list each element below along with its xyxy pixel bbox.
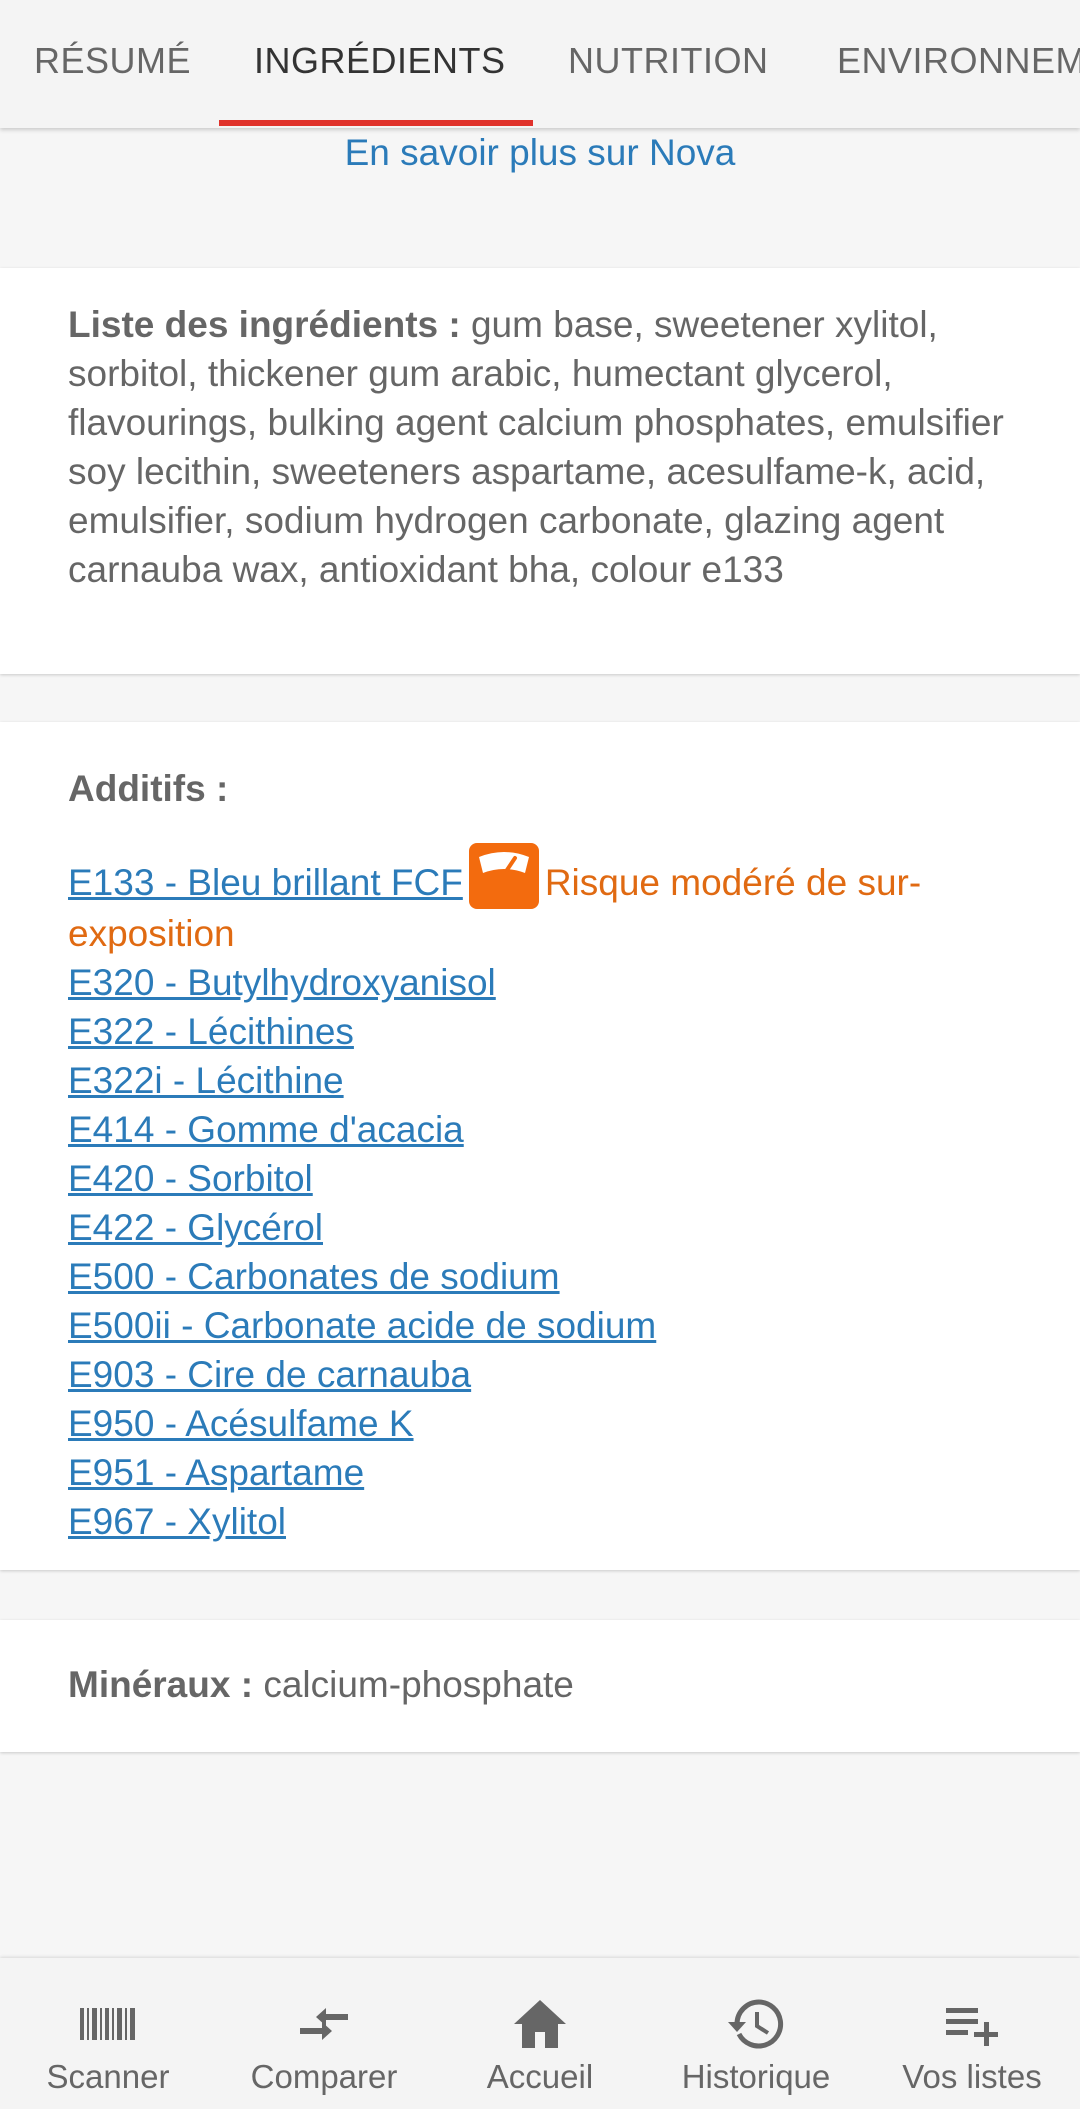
additive-link[interactable]: E951 - Aspartame: [68, 1452, 364, 1493]
minerals-value: calcium-phosphate: [263, 1664, 574, 1705]
nova-link[interactable]: En savoir plus sur Nova: [0, 130, 1080, 176]
additive-link[interactable]: E414 - Gomme d'acacia: [68, 1109, 464, 1150]
nav-label: Historique: [681, 2058, 831, 2095]
ingredients-text: Liste des ingrédients : gum base, sweete…: [68, 300, 1010, 594]
minerals-label: Minéraux :: [68, 1664, 264, 1705]
additives-list: E133 - Bleu brillant FCF Risque modéré de…: [68, 843, 1010, 1546]
ingredients-list: gum base, sweetener xylitol, sorbitol, t…: [68, 304, 1004, 590]
tab-ingredients[interactable]: INGRÉDIENTS: [254, 0, 506, 128]
nav-comparer[interactable]: Comparer: [216, 1958, 432, 2109]
list-item: E320 - Butylhydroxyanisol: [68, 958, 1010, 1007]
additive-link[interactable]: E500 - Carbonates de sodium: [68, 1256, 560, 1297]
nav-label: Comparer: [250, 2058, 398, 2095]
additive-link[interactable]: E420 - Sorbitol: [68, 1158, 313, 1199]
additive-link[interactable]: E422 - Glycérol: [68, 1207, 323, 1248]
additive-link[interactable]: E322 - Lécithines: [68, 1011, 354, 1052]
tab-environnement[interactable]: ENVIRONNEM: [837, 0, 1080, 128]
nav-accueil[interactable]: Accueil: [432, 1958, 648, 2109]
tab-bar: RÉSUMÉ INGRÉDIENTS NUTRITION ENVIRONNEM: [0, 0, 1080, 128]
list-item: E420 - Sorbitol: [68, 1154, 1010, 1203]
additive-link[interactable]: E322i - Lécithine: [68, 1060, 344, 1101]
additive-link[interactable]: E950 - Acésulfame K: [68, 1403, 414, 1444]
minerals-text: Minéraux : calcium-phosphate: [68, 1660, 1010, 1709]
additives-title: Additifs :: [68, 768, 229, 809]
additive-link[interactable]: E903 - Cire de carnauba: [68, 1354, 471, 1395]
list-item: E500ii - Carbonate acide de sodium: [68, 1301, 1010, 1350]
playlist-add-icon: [946, 2008, 998, 2046]
home-icon: [514, 2000, 566, 2048]
nav-label: Vos listes: [902, 2058, 1042, 2095]
bottom-navigation: Scanner Comparer Accueil Historique Vos …: [0, 1958, 1080, 2109]
compare-icon: [300, 2008, 348, 2040]
list-item: E414 - Gomme d'acacia: [68, 1105, 1010, 1154]
list-item: E500 - Carbonates de sodium: [68, 1252, 1010, 1301]
ingredients-label: Liste des ingrédients :: [68, 304, 471, 345]
tab-resume[interactable]: RÉSUMÉ: [34, 0, 191, 128]
list-item: E967 - Xylitol: [68, 1497, 1010, 1546]
nav-scanner[interactable]: Scanner: [0, 1958, 216, 2109]
barcode-icon: [80, 2008, 135, 2040]
list-item: E322 - Lécithines: [68, 1007, 1010, 1056]
additive-link[interactable]: E320 - Butylhydroxyanisol: [68, 962, 496, 1003]
list-item: E133 - Bleu brillant FCF Risque modéré de…: [68, 843, 1010, 958]
list-item: E950 - Acésulfame K: [68, 1399, 1010, 1448]
active-tab-indicator: [219, 120, 533, 126]
additive-link[interactable]: E967 - Xylitol: [68, 1501, 286, 1542]
list-item: E322i - Lécithine: [68, 1056, 1010, 1105]
list-item: E951 - Aspartame: [68, 1448, 1010, 1497]
ingredients-card: Liste des ingrédients : gum base, sweete…: [0, 268, 1080, 674]
list-item: E422 - Glycérol: [68, 1203, 1010, 1252]
minerals-card: Minéraux : calcium-phosphate: [0, 1620, 1080, 1752]
nav-label: Scanner: [46, 2058, 170, 2095]
additives-card: Additifs : E133 - Bleu brillant FCF Risqu…: [0, 722, 1080, 1570]
nav-historique[interactable]: Historique: [648, 1958, 864, 2109]
nav-vos-listes[interactable]: Vos listes: [864, 1958, 1080, 2109]
scale-icon: [468, 843, 539, 909]
tab-nutrition[interactable]: NUTRITION: [568, 0, 768, 128]
nav-label: Accueil: [486, 2058, 594, 2095]
history-icon: [728, 1999, 784, 2049]
list-item: E903 - Cire de carnauba: [68, 1350, 1010, 1399]
additive-link[interactable]: E500ii - Carbonate acide de sodium: [68, 1305, 656, 1346]
additive-link[interactable]: E133 - Bleu brillant FCF: [68, 862, 463, 903]
